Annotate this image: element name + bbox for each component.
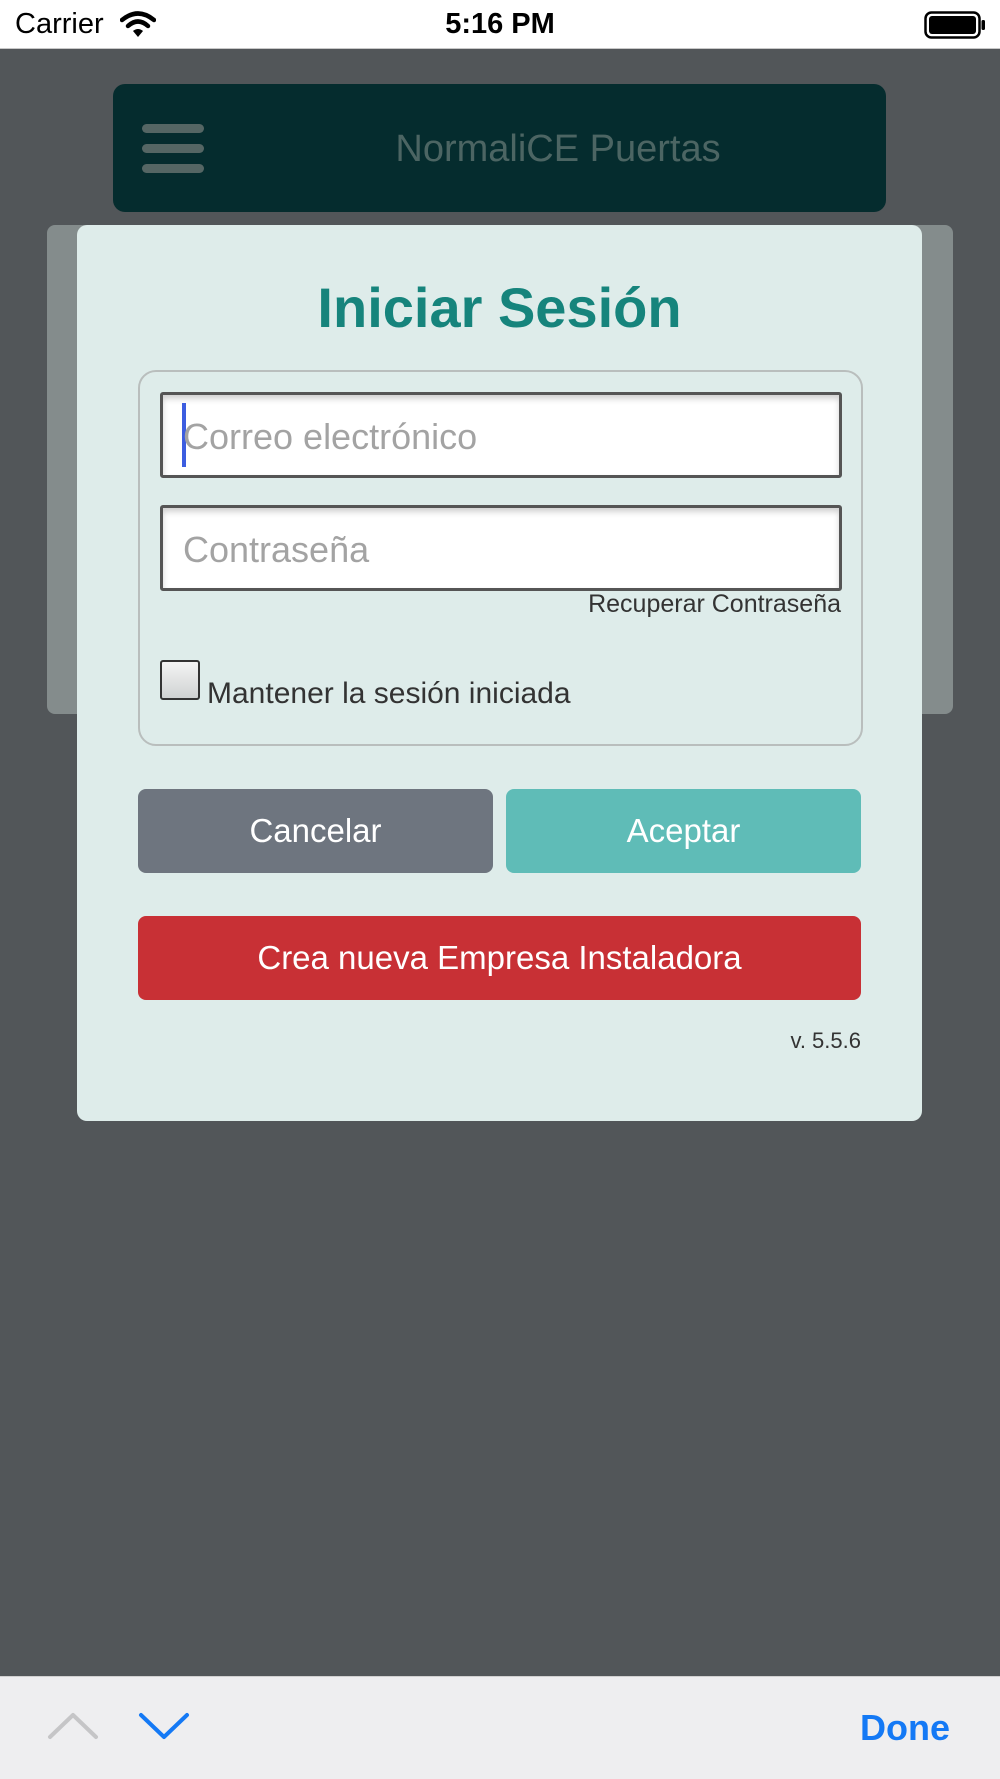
- keyboard-toolbar: Done: [0, 1676, 1000, 1779]
- hamburger-menu-icon[interactable]: [142, 124, 204, 174]
- cancel-button[interactable]: Cancelar: [138, 789, 493, 873]
- app-header: NormaliCE Puertas: [113, 84, 886, 212]
- login-title: Iniciar Sesión: [317, 276, 682, 339]
- create-company-button[interactable]: Crea nueva Empresa Instaladora: [138, 916, 861, 1000]
- email-placeholder: Correo electrónico: [183, 416, 478, 457]
- chevron-up-icon[interactable]: [46, 1709, 100, 1748]
- app-title: NormaliCE Puertas: [395, 128, 721, 170]
- remember-me-checkbox[interactable]: [160, 660, 200, 700]
- login-form: Correo electrónico Contraseña Recuperar …: [138, 370, 863, 746]
- chevron-down-icon[interactable]: [137, 1709, 191, 1748]
- email-field[interactable]: Correo electrónico: [160, 392, 842, 478]
- accept-button[interactable]: Aceptar: [506, 789, 861, 873]
- recover-password-link[interactable]: Recuperar Contraseña: [588, 590, 841, 619]
- status-time: 5:16 PM: [445, 8, 555, 40]
- login-modal: Iniciar Sesión Correo electrónico Contra…: [77, 225, 922, 1121]
- password-placeholder: Contraseña: [183, 529, 370, 570]
- battery-icon: [924, 11, 986, 44]
- done-button[interactable]: Done: [860, 1707, 950, 1749]
- remember-me-label: Mantener la sesión iniciada: [207, 677, 571, 710]
- status-bar: Carrier 5:16 PM: [0, 0, 1000, 49]
- password-field[interactable]: Contraseña: [160, 505, 842, 591]
- version-label: v. 5.5.6: [790, 1028, 861, 1053]
